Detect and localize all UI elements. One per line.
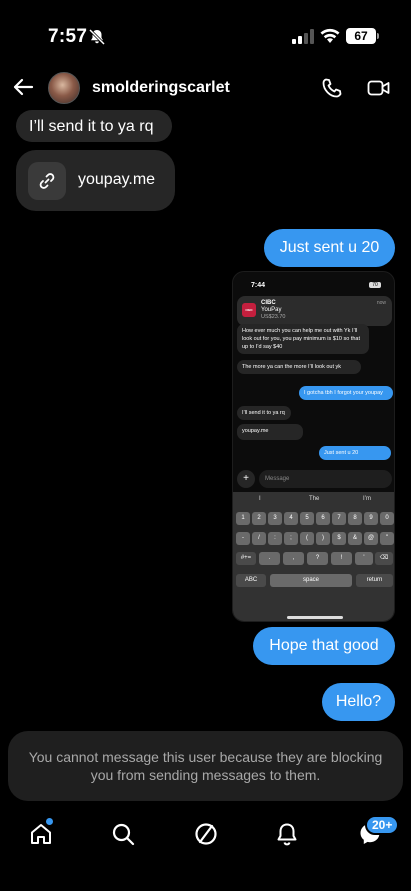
- screenshot-message: youpay.me: [237, 424, 303, 440]
- received-link-message[interactable]: youpay.me: [16, 150, 175, 211]
- bottom-nav: 20+: [0, 815, 411, 855]
- notifications-bell-icon[interactable]: [274, 821, 300, 847]
- home-indicator: [287, 616, 343, 619]
- screenshot-message: The more ya can the more I’ll look out y…: [237, 360, 361, 374]
- sent-message[interactable]: Hope that good: [253, 627, 395, 665]
- screenshot-message: Just sent u 20: [319, 446, 391, 460]
- blocked-notice: You cannot message this user because the…: [8, 731, 403, 801]
- blocked-notice-line: You cannot message this user because the…: [28, 749, 383, 765]
- back-arrow-icon[interactable]: [12, 76, 34, 98]
- screenshot-input-field: Message: [259, 470, 392, 488]
- bank-logo: CIBC: [242, 303, 256, 317]
- home-activity-dot: [46, 818, 53, 825]
- keyboard-key: ?: [307, 552, 328, 565]
- keyboard-key: 7: [332, 512, 346, 525]
- keyboard-key: 9: [364, 512, 378, 525]
- shared-screenshot-image[interactable]: 7:44 70 CIBC CIBC YouPay US$23.70 now Ho…: [232, 271, 395, 622]
- keyboard-key: 2: [252, 512, 266, 525]
- plus-icon: +: [237, 470, 255, 488]
- keyboard-key: 3: [268, 512, 282, 525]
- keyboard-key: @: [364, 532, 378, 545]
- keyboard-key: ): [316, 532, 330, 545]
- screenshot-input-bar: + Message: [237, 470, 392, 488]
- keyboard-key: space: [270, 574, 352, 587]
- link-preview-box: [28, 162, 66, 200]
- chat-username[interactable]: smolderingscarlet: [92, 79, 230, 97]
- notification-bank: CIBC: [261, 300, 276, 306]
- keyboard-key: :: [268, 532, 282, 545]
- keyboard-key: 1: [236, 512, 250, 525]
- sent-message[interactable]: Hello?: [322, 683, 395, 721]
- keyboard-key: ABC: [236, 574, 266, 587]
- notification-app: YouPay: [261, 307, 282, 313]
- screenshot-message: I gotcha tbh I forgot your youpay: [299, 386, 393, 400]
- search-icon[interactable]: [110, 821, 136, 847]
- received-message[interactable]: I’ll send it to ya rq: [16, 110, 172, 142]
- keyboard-key: ,: [283, 552, 304, 565]
- keyboard-key: .: [259, 552, 280, 565]
- screenshot-time: 7:44: [251, 282, 266, 289]
- keyboard-key: ': [355, 552, 373, 565]
- chat-header: smolderingscarlet: [0, 70, 411, 110]
- cellular-signal-icon: [292, 29, 314, 44]
- avatar[interactable]: [48, 72, 80, 104]
- screenshot-notification: CIBC CIBC YouPay US$23.70 now: [237, 296, 392, 326]
- keyboard-key: ⌫: [375, 552, 393, 565]
- blocked-notice-line: you from sending messages to them.: [90, 767, 321, 783]
- prediction: The: [309, 496, 320, 502]
- screenshot-battery: 70: [369, 282, 381, 288]
- notification-time: now: [376, 300, 386, 306]
- explore-icon[interactable]: [193, 821, 219, 847]
- keyboard-key: -: [236, 532, 250, 545]
- keyboard-key: 5: [300, 512, 314, 525]
- keyboard-key: !: [331, 552, 352, 565]
- prediction: I: [259, 496, 261, 502]
- battery-indicator: 67: [346, 28, 376, 44]
- sent-message[interactable]: Just sent u 20: [264, 229, 395, 267]
- screenshot-keyboard: I The I’m 1 2 3 4 5 6 7 8 9 0 - /:;() $ & @ " #+=.,?! ' ⌫ A…: [233, 492, 394, 621]
- keyboard-key: 6: [316, 512, 330, 525]
- keyboard-key: 8: [348, 512, 362, 525]
- link-icon: [39, 173, 55, 189]
- notification-amount: US$23.70: [261, 314, 286, 320]
- video-camera-icon[interactable]: [367, 77, 391, 99]
- keyboard-key: return: [356, 574, 393, 587]
- messages-badge: 20+: [365, 815, 400, 835]
- prediction: I’m: [363, 496, 371, 502]
- screenshot-message: How ever much you can help me out with Y…: [237, 324, 369, 354]
- keyboard-key: $: [332, 532, 346, 545]
- status-bar: 7:57 67: [0, 0, 411, 70]
- keyboard-key: #+=: [236, 552, 256, 565]
- mute-bell-icon: [88, 28, 106, 46]
- keyboard-key: (: [300, 532, 314, 545]
- keyboard-key: &: [348, 532, 362, 545]
- screenshot-message: I’ll send it to ya rq: [237, 406, 291, 420]
- keyboard-key: ": [380, 532, 394, 545]
- battery-tip: [377, 33, 379, 39]
- link-text[interactable]: youpay.me: [78, 171, 155, 189]
- keyboard-key: /: [252, 532, 266, 545]
- keyboard-key: 4: [284, 512, 298, 525]
- keyboard-key: 0: [380, 512, 394, 525]
- phone-icon[interactable]: [321, 77, 343, 99]
- wifi-icon: [320, 28, 340, 43]
- status-time: 7:57: [48, 26, 88, 47]
- keyboard-key: ;: [284, 532, 298, 545]
